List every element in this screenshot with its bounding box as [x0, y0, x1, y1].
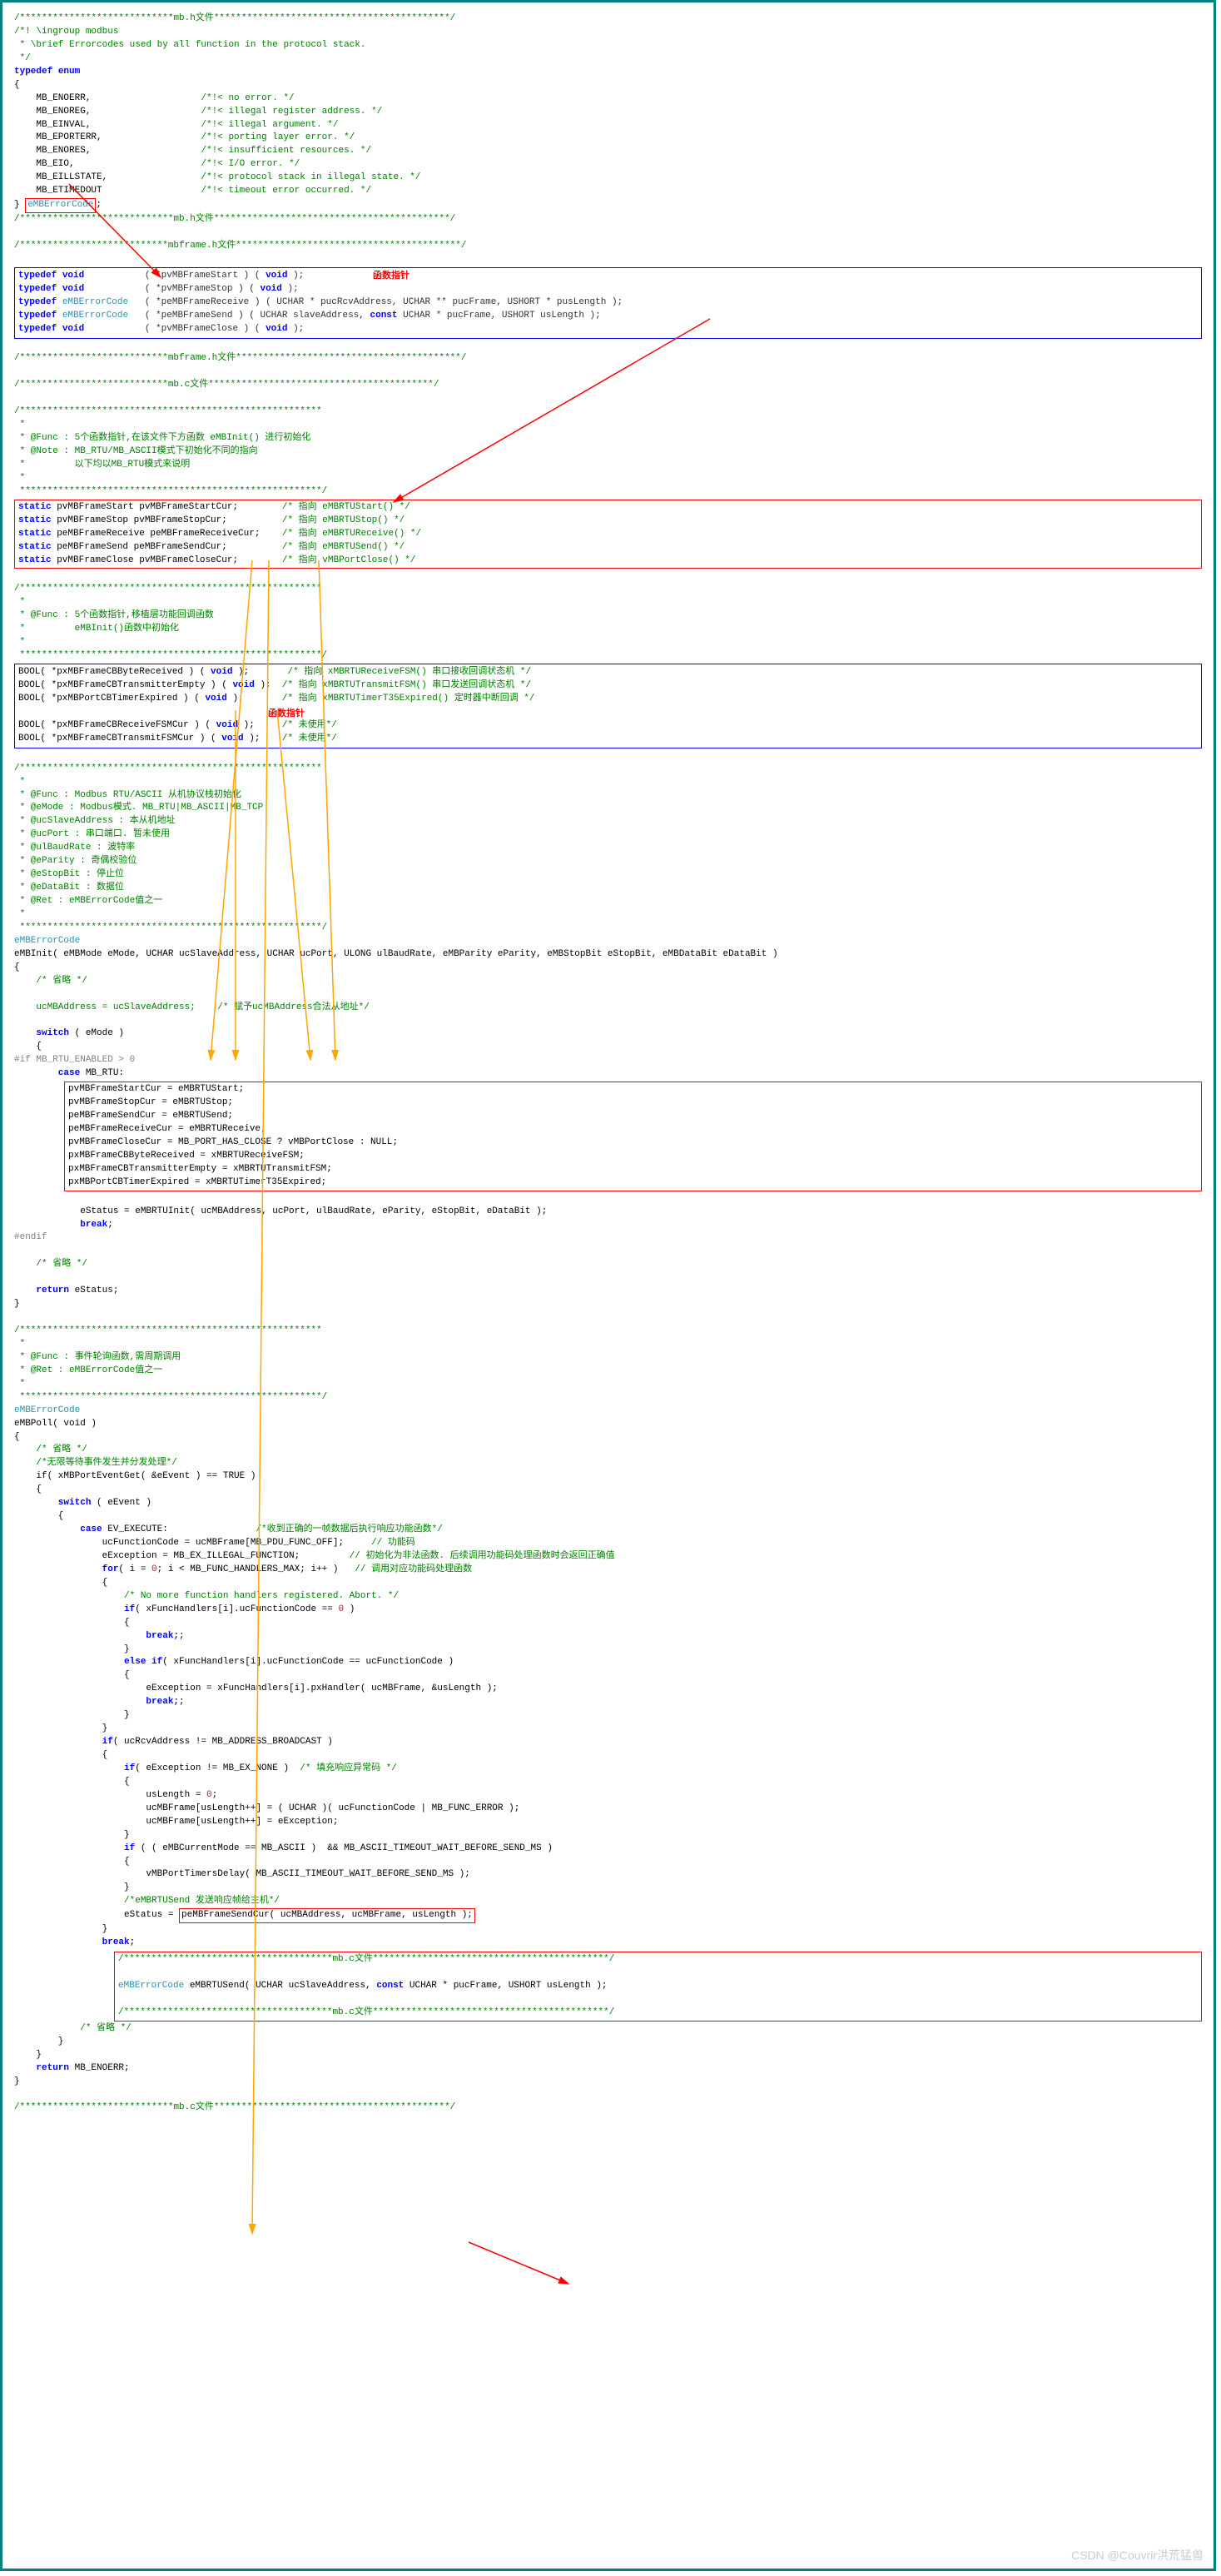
cb-ptr-block: BOOL( *pxMBFrameCBByteReceived ) ( void …	[14, 664, 1202, 748]
file-header: /***************************mbframe.h文件*…	[14, 240, 1202, 253]
return-type: eMBErrorCode	[14, 1405, 1202, 1418]
annotation-fnptr: 函数指针	[373, 268, 409, 281]
typedef-enum: typedef enum	[14, 66, 1202, 79]
code-line	[14, 988, 1202, 1002]
file-header: /***************************mbframe.h文件*…	[14, 352, 1202, 366]
assign-line: peMBFrameSendCur = eMBRTUSend;	[68, 1110, 1198, 1123]
code-line: return eStatus;	[14, 1285, 1202, 1298]
send-call-line: eStatus = peMBFrameSendCur( ucMBAddress,…	[14, 1908, 1202, 1923]
enum-item: MB_EINVAL, /*!< illegal argument. */	[14, 119, 1202, 132]
assign-line: pvMBFrameStartCur = eMBRTUStart;	[68, 1083, 1198, 1097]
enum-item: MB_EILLSTATE, /*!< protocol stack in ill…	[14, 172, 1202, 185]
comment-block: /***************************************…	[14, 1325, 1202, 1405]
eMBErrorCode-type: eMBErrorCode	[25, 198, 96, 213]
assign-line: pxMBPortCBTimerExpired = xMBRTUTimerT35E…	[68, 1176, 1198, 1190]
typedef-line: typedef void ( *pvMBFrameStop ) ( void )…	[18, 283, 1198, 296]
code-line: {	[14, 962, 1202, 975]
typedef-line: typedef eMBErrorCode ( *peMBFrameSend ) …	[18, 310, 1198, 323]
doc-comment: * \brief Errorcodes used by all function…	[14, 39, 1202, 52]
static-ptr-line: static pvMBFrameClose pvMBFrameCloseCur;…	[18, 554, 1198, 568]
code-line: {	[14, 1041, 1202, 1054]
code-diagram: /****************************mb.h文件*****…	[0, 0, 1216, 2571]
code-line	[14, 1245, 1202, 1258]
cb-ptr-line: BOOL( *pxMBPortCBTimerExpired ) ( void )…	[18, 693, 1198, 706]
annotation-fnptr: 函数指针	[18, 706, 1198, 719]
comment-block: /***************************************…	[14, 405, 1202, 499]
typedef-line: typedef void ( *pvMBFrameStart ) ( void …	[18, 270, 1198, 283]
comment-block: /***************************************…	[14, 583, 1202, 663]
enum-item: MB_EIO, /*!< I/O error. */	[14, 158, 1202, 172]
enum-item: MB_ENOREG, /*!< illegal register address…	[14, 106, 1202, 119]
preproc: #if MB_RTU_ENABLED > 0	[14, 1054, 1202, 1067]
assign-line: pvMBFrameCloseCur = MB_PORT_HAS_CLOSE ? …	[68, 1136, 1198, 1150]
assign-line: peMBFrameReceiveCur = eMBRTUReceive;	[68, 1123, 1198, 1136]
code-line	[14, 1271, 1202, 1285]
send-call-box: peMBFrameSendCur( ucMBAddress, ucMBFrame…	[179, 1908, 475, 1923]
code-line: switch ( eMode )	[14, 1027, 1202, 1041]
code-line	[14, 1192, 1202, 1206]
enum-close: } eMBErrorCode;	[14, 198, 1202, 213]
watermark: CSDN @Couvrir洪荒猛兽	[1071, 2547, 1204, 2564]
case-label: case MB_RTU:	[14, 1067, 1202, 1081]
enum-item: MB_ENORES, /*!< insufficient resources. …	[14, 145, 1202, 158]
preproc: #endif	[14, 1231, 1202, 1245]
file-header: /****************************mb.h文件*****…	[14, 12, 1202, 26]
code-line	[14, 1014, 1202, 1027]
cb-ptr-line: BOOL( *pxMBFrameCBByteReceived ) ( void …	[18, 666, 1198, 679]
file-header: /****************************mb.c文件*****…	[14, 2101, 1202, 2115]
doc-comment: /*! \ingroup modbus	[14, 26, 1202, 39]
file-header: /***************************mb.c文件******…	[14, 379, 1202, 392]
typedef-fnptr-block: typedef void ( *pvMBFrameStart ) ( void …	[14, 267, 1202, 339]
rtusend-block: /**************************************m…	[114, 1952, 1202, 2022]
static-ptr-line: static peMBFrameSend peMBFrameSendCur; /…	[18, 541, 1198, 554]
static-ptr-block: static pvMBFrameStart pvMBFrameStartCur;…	[14, 500, 1202, 569]
fn-signature: eMBInit( eMBMode eMode, UCHAR ucSlaveAdd…	[14, 948, 1202, 962]
doc-comment: */	[14, 52, 1202, 66]
cb-ptr-line: BOOL( *pxMBFrameCBReceiveFSMCur ) ( void…	[18, 719, 1198, 733]
cb-ptr-line: BOOL( *pxMBFrameCBTransmitFSMCur ) ( voi…	[18, 733, 1198, 746]
enum-item: MB_ETIMEDOUT /*!< timeout error occurred…	[14, 185, 1202, 198]
static-ptr-line: static peMBFrameReceive peMBFrameReceive…	[18, 528, 1198, 541]
fn-signature: eMBPoll( void )	[14, 1418, 1202, 1431]
code-line: /* 省略 */	[14, 975, 1202, 988]
code-line: ucMBAddress = ucSlaveAddress; /* 赋予ucMBA…	[14, 1002, 1202, 1015]
typedef-line: typedef void ( *pvMBFrameClose ) ( void …	[18, 323, 1198, 336]
file-header: /****************************mb.h文件*****…	[14, 213, 1202, 226]
return-type: eMBErrorCode	[14, 935, 1202, 948]
code-line: break;	[14, 1219, 1202, 1232]
assign-line: pxMBFrameCBByteReceived = xMBRTUReceiveF…	[68, 1150, 1198, 1163]
static-ptr-line: static pvMBFrameStart pvMBFrameStartCur;…	[18, 501, 1198, 515]
typedef-line: typedef eMBErrorCode ( *peMBFrameReceive…	[18, 296, 1198, 310]
assignment-block: pvMBFrameStartCur = eMBRTUStart;pvMBFram…	[64, 1082, 1202, 1191]
brace: {	[14, 79, 1202, 92]
code-line: eStatus = eMBRTUInit( ucMBAddress, ucPor…	[14, 1206, 1202, 1219]
assign-line: pvMBFrameStopCur = eMBRTUStop;	[68, 1097, 1198, 1110]
comment-block: /***************************************…	[14, 763, 1202, 935]
cb-ptr-line: BOOL( *pxMBFrameCBTransmitterEmpty ) ( v…	[18, 679, 1198, 693]
static-ptr-line: static pvMBFrameStop pvMBFrameStopCur; /…	[18, 515, 1198, 528]
enum-item: MB_EPORTERR, /*!< porting layer error. *…	[14, 132, 1202, 145]
code-line: /* 省略 */	[14, 1258, 1202, 1271]
enum-item: MB_ENOERR, /*!< no error. */	[14, 92, 1202, 106]
rtusend-sig: eMBErrorCode eMBRTUSend( UCHAR ucSlaveAd…	[118, 1980, 1198, 1993]
assign-line: pxMBFrameCBTransmitterEmpty = xMBRTUTran…	[68, 1163, 1198, 1176]
code-line: }	[14, 1298, 1202, 1311]
